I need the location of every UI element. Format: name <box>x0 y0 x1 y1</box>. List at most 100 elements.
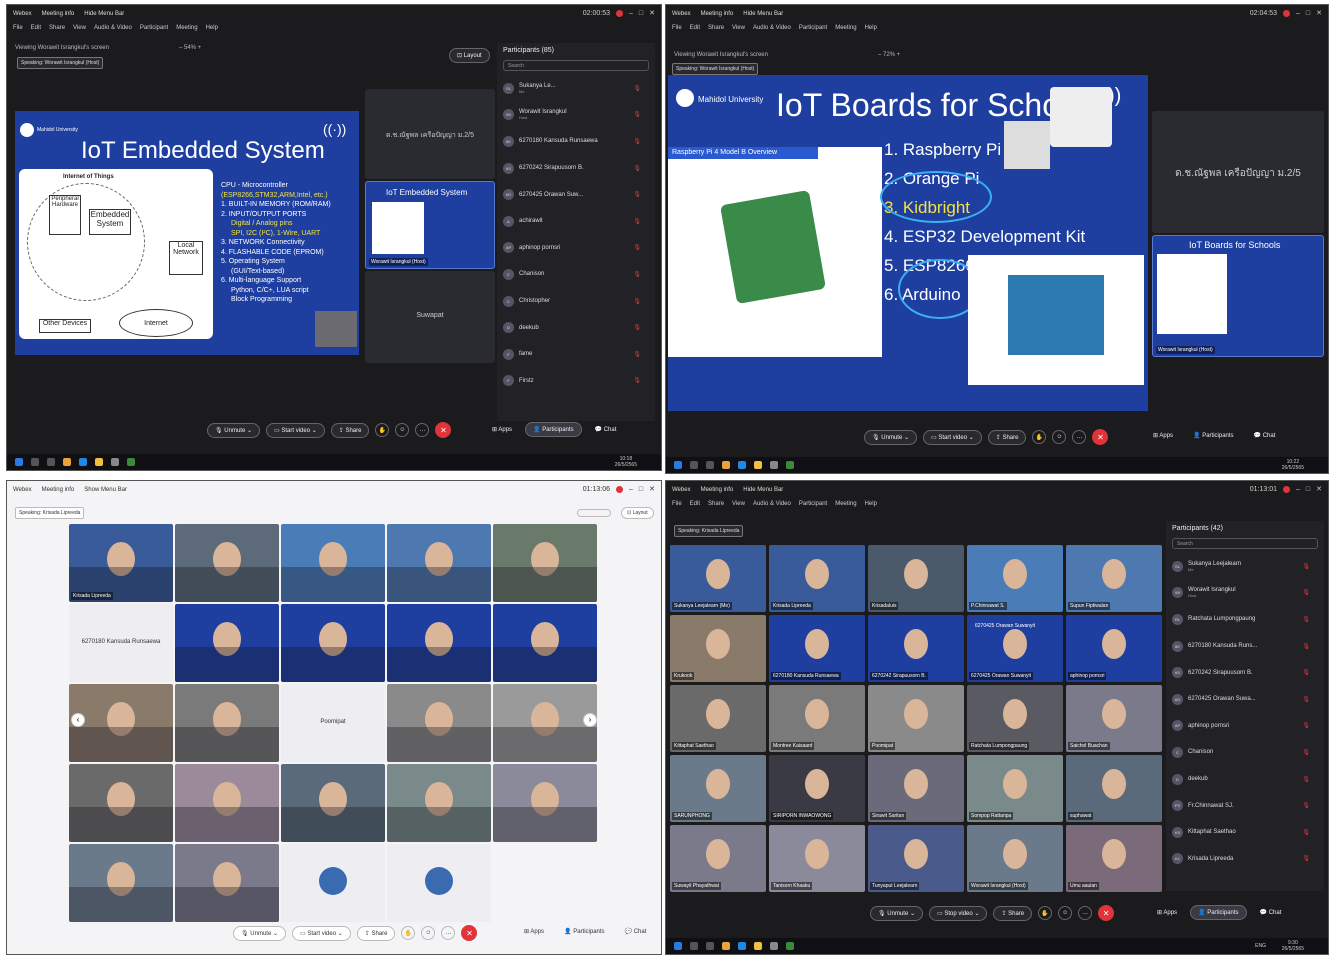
video-tile[interactable] <box>175 844 279 922</box>
menu-participant[interactable]: Participant <box>799 25 827 37</box>
participants-button[interactable]: 👤 Participants <box>1190 905 1247 920</box>
video-tile[interactable]: 6270425 Orawan Suwanyit 6270425 Orawan Su… <box>967 615 1063 682</box>
edge-icon[interactable] <box>738 461 746 469</box>
layout-button[interactable]: ⊡ Layout <box>621 507 654 519</box>
maximize-icon[interactable]: □ <box>639 486 643 493</box>
file-explorer-icon[interactable] <box>754 942 762 950</box>
meeting-info-menu[interactable]: Meeting info <box>42 487 75 493</box>
start-video-button[interactable]: ▭ Start video ⌄ <box>292 925 351 941</box>
video-tile[interactable] <box>69 684 173 762</box>
webex-taskbar-icon[interactable] <box>786 461 794 469</box>
participant-row[interactable]: WI Worawit Israngkul Host 🎙 <box>1166 580 1324 607</box>
participant-row[interactable]: AP aphinop pornsri 🎙 <box>1166 713 1324 740</box>
webex-taskbar-icon[interactable] <box>127 458 135 466</box>
muted-mic-icon[interactable]: 🎙 <box>633 351 641 358</box>
video-tile[interactable]: Suwayit Phayathwat <box>670 825 766 892</box>
more-icon[interactable]: … <box>441 926 456 940</box>
menu-participant[interactable]: Participant <box>140 25 168 37</box>
minimize-icon[interactable]: – <box>629 486 633 493</box>
participant-row[interactable]: 6O 6270425 Orawan Suw... 🎙 <box>497 181 655 208</box>
webex-taskbar-icon[interactable] <box>786 942 794 950</box>
raise-hand-icon[interactable]: ✋ <box>1038 906 1053 920</box>
muted-mic-icon[interactable]: 🎙 <box>633 218 641 225</box>
muted-mic-icon[interactable]: 🎙 <box>633 298 641 305</box>
zoom-slider[interactable] <box>577 509 611 517</box>
video-tile[interactable]: SIRIPORN INWAOWONG <box>769 755 865 822</box>
video-tile[interactable]: 6270180 Kansuda Runsaewa <box>69 604 173 682</box>
participant-row[interactable]: Ddeekub 🎙 <box>1166 766 1324 793</box>
muted-mic-icon[interactable]: 🎙 <box>1302 616 1310 623</box>
menu-audio-video[interactable]: Audio & Video <box>753 501 791 513</box>
muted-mic-icon[interactable]: 🎙 <box>1302 749 1310 756</box>
video-tile[interactable] <box>69 764 173 842</box>
screen-share-thumbnail[interactable]: IoT Embedded System Worawit Israngkul (H… <box>365 181 495 269</box>
share-button[interactable]: ⇪ Share <box>330 422 370 438</box>
video-tile[interactable]: Ratchata Lumpongpaung <box>967 685 1063 752</box>
stage-tile-thai-label[interactable]: ด.ช.ณัฐพล เครือปัญญา ม.2/5 <box>1152 111 1324 233</box>
hide-menu-bar-button[interactable]: Hide Menu Bar <box>743 487 783 493</box>
minimize-icon[interactable]: – <box>1296 486 1300 493</box>
menu-share[interactable]: Share <box>49 25 65 37</box>
participant-row[interactable]: FS Fr.Chinnawat SJ. 🎙 <box>1166 792 1324 819</box>
menu-file[interactable]: File <box>672 501 682 513</box>
video-tile[interactable]: Sompop Rattanpa <box>967 755 1063 822</box>
video-tile[interactable]: 6270180 Kansuda Runsaewa <box>769 615 865 682</box>
menu-share[interactable]: Share <box>708 501 724 513</box>
video-tile[interactable]: suphawat <box>1066 755 1162 822</box>
language-indicator[interactable]: ENG <box>1255 943 1266 949</box>
participant-row[interactable]: 6S 6270242 Sirapuusorn B. 🎙 <box>497 155 655 182</box>
muted-mic-icon[interactable]: 🎙 <box>1302 696 1310 703</box>
video-tile[interactable]: Sukanya Leejalearn (Me) <box>670 545 766 612</box>
reactions-icon[interactable]: ☺ <box>395 423 410 437</box>
zoom-level[interactable]: – 72% + <box>878 52 900 58</box>
participant-row[interactable]: 6S 6270242 Sirapuusorn B. 🎙 <box>1166 659 1324 686</box>
video-tile[interactable] <box>387 844 491 922</box>
unmute-button[interactable]: 🎙 Unmute ⌄ <box>864 429 918 445</box>
search-icon[interactable] <box>690 461 698 469</box>
share-button[interactable]: ⇪ Share <box>993 905 1033 921</box>
video-tile[interactable]: 6270242 Sirapuusorn B. <box>868 615 964 682</box>
layout-button[interactable]: ⊡ Layout <box>449 48 490 63</box>
participant-row[interactable]: SL Sukanya Le... Me 🎙 <box>497 75 655 102</box>
raise-hand-icon[interactable]: ✋ <box>401 926 416 940</box>
video-tile[interactable]: Worawit Israngkul (Host) <box>967 825 1063 892</box>
unmute-button[interactable]: 🎙 Unmute ⌄ <box>870 905 924 921</box>
stage-tile-thai-label[interactable]: ด.ช.ณัฐพล เครือปัญญา ม.2/5 <box>365 89 495 179</box>
end-call-button[interactable]: ✕ <box>1098 905 1115 921</box>
video-tile[interactable]: Saichol Buachan <box>1066 685 1162 752</box>
zoom-level[interactable]: – 54% + <box>179 45 201 51</box>
chrome-icon[interactable] <box>722 942 730 950</box>
muted-mic-icon[interactable]: 🎙 <box>1302 776 1310 783</box>
file-explorer-icon[interactable] <box>754 461 762 469</box>
video-tile[interactable] <box>493 524 597 602</box>
raise-hand-icon[interactable]: ✋ <box>375 423 390 437</box>
end-call-button[interactable]: ✕ <box>1092 429 1109 445</box>
muted-mic-icon[interactable]: 🎙 <box>1302 829 1310 836</box>
video-tile[interactable]: Krisada Lipreeda <box>769 545 865 612</box>
close-icon[interactable]: ✕ <box>1316 9 1322 17</box>
participant-row[interactable]: SL Sukanya Leejalearn Me 🎙 <box>1166 553 1324 580</box>
menu-help[interactable]: Help <box>206 25 218 37</box>
apps-button[interactable]: ⊞ Apps <box>485 423 519 436</box>
video-tile[interactable] <box>493 684 597 762</box>
reactions-icon[interactable]: ☺ <box>421 926 436 940</box>
share-button[interactable]: ⇪ Share <box>987 429 1027 445</box>
store-icon[interactable] <box>770 942 778 950</box>
video-tile[interactable]: Poomipat <box>868 685 964 752</box>
share-button[interactable]: ⇪ Share <box>356 925 396 941</box>
close-icon[interactable]: ✕ <box>649 485 655 493</box>
video-tile[interactable]: P.Chinnawat S. <box>967 545 1063 612</box>
hide-menu-bar-button[interactable]: Hide Menu Bar <box>743 11 783 17</box>
video-tile[interactable] <box>281 604 385 682</box>
raise-hand-icon[interactable]: ✋ <box>1032 430 1047 444</box>
windows-start-icon[interactable] <box>15 458 23 466</box>
edge-icon[interactable] <box>738 942 746 950</box>
video-tile[interactable] <box>387 604 491 682</box>
video-tile[interactable]: SARUNPHONG <box>670 755 766 822</box>
screen-share-thumbnail[interactable]: IoT Boards for Schools Worawit Israngkul… <box>1152 235 1324 357</box>
close-icon[interactable]: ✕ <box>1316 485 1322 493</box>
participant-row[interactable]: Aachirawit 🎙 <box>497 208 655 235</box>
chat-button[interactable]: 💬 Chat <box>1253 906 1289 919</box>
video-tile[interactable] <box>387 764 491 842</box>
minimize-icon[interactable]: – <box>1296 10 1300 17</box>
